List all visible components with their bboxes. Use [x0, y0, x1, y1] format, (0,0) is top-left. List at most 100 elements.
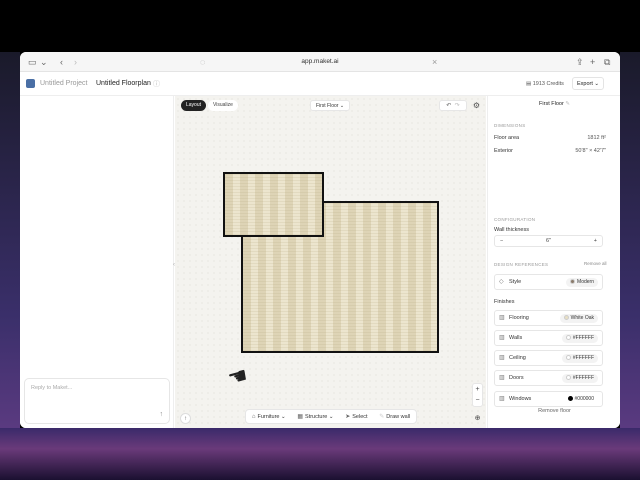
- send-icon[interactable]: ↑: [160, 411, 164, 418]
- tab-layout[interactable]: Layout: [181, 100, 207, 111]
- pen-icon: ✎: [379, 414, 385, 420]
- structure-label: Structure: [305, 414, 328, 420]
- configuration-heading: CONFIGURATION: [494, 217, 536, 222]
- screen-top-bar: [0, 0, 640, 52]
- export-button[interactable]: Export ⌄: [572, 77, 604, 90]
- remove-all-button[interactable]: Remove all: [584, 261, 607, 266]
- wall-thickness-value: 6": [545, 238, 551, 244]
- plus-icon[interactable]: +: [594, 236, 597, 247]
- windows-icon: ▥: [499, 396, 505, 402]
- finish-chip[interactable]: #FFFFFF: [561, 354, 598, 363]
- compass-icon[interactable]: ⊕: [472, 413, 483, 424]
- select-label: Select: [352, 414, 368, 420]
- zoom-in-icon[interactable]: +: [473, 384, 482, 395]
- credits-label: 1913 Credits: [532, 81, 564, 87]
- floor-area-row: Floor area 1812 ft²: [494, 135, 606, 141]
- chat-input[interactable]: Reply to Maket... ↑: [24, 378, 170, 424]
- project-name[interactable]: Untitled Project: [40, 78, 87, 90]
- info-icon[interactable]: ⓘ: [153, 79, 160, 89]
- finish-label: Doors: [509, 375, 524, 381]
- undo-icon[interactable]: ↶: [446, 103, 451, 109]
- undo-redo-group: ↶ ↷: [439, 100, 467, 111]
- properties-panel: First Floor ✎ DIMENSIONS Floor area 1812…: [487, 96, 620, 428]
- exterior-value: 50'8" × 42'7": [575, 148, 606, 154]
- color-swatch: [567, 395, 573, 401]
- wall-thickness-label: Wall thickness: [494, 227, 529, 233]
- desktop-wallpaper-left: [0, 52, 20, 428]
- flooring-icon: ▥: [499, 315, 505, 321]
- floor-select[interactable]: First Floor ⌄: [310, 100, 350, 111]
- finish-doors-card[interactable]: ▥ Doors #FFFFFF: [494, 370, 603, 386]
- remove-floor-button[interactable]: Remove floor: [488, 406, 620, 416]
- floor-area-label: Floor area: [494, 135, 520, 141]
- url-bar[interactable]: app.maket.ai: [190, 55, 450, 69]
- sidebar-toggle-icon[interactable]: ▭: [28, 56, 37, 68]
- export-label: Export: [576, 81, 593, 87]
- zoom-out-icon[interactable]: −: [473, 395, 482, 406]
- wall-thickness-row: Wall thickness: [494, 227, 606, 233]
- color-swatch: [563, 314, 569, 320]
- exterior-label: Exterior: [494, 148, 513, 154]
- finish-value: #FFFFFF: [572, 335, 594, 341]
- browser-toolbar: ▭ ⌄ ‹ › ◌ app.maket.ai × ⇪ + ⧉: [20, 52, 620, 72]
- structure-icon: ▦: [297, 414, 304, 420]
- finishes-heading: Finishes: [494, 299, 515, 305]
- hand-cursor-icon: ☚: [224, 361, 251, 392]
- ceiling-icon: ▥: [499, 355, 505, 361]
- maket-logo-icon[interactable]: [26, 79, 35, 88]
- style-chip[interactable]: Modern: [566, 278, 598, 287]
- redo-icon[interactable]: ↷: [455, 103, 460, 109]
- finish-value: #FFFFFF: [572, 355, 594, 361]
- zoom-controls: + −: [472, 383, 483, 407]
- view-toggle: Layout Visualize: [181, 100, 238, 111]
- chevron-down-icon[interactable]: ⌄: [40, 56, 48, 68]
- chevron-down-icon: ⌄: [328, 414, 334, 420]
- finish-windows-card[interactable]: ▥ Windows #000000: [494, 391, 603, 407]
- tabs-overview-icon[interactable]: ⧉: [604, 56, 610, 68]
- room-secondary[interactable]: [223, 172, 324, 237]
- finish-chip[interactable]: #000000: [564, 395, 598, 404]
- style-swatch: [570, 278, 576, 284]
- sofa-icon: ⌂: [251, 413, 256, 420]
- finish-flooring-card[interactable]: ▥ Flooring White Oak: [494, 310, 603, 326]
- app-header: Untitled Project Untitled Floorplan ⓘ ▤ …: [20, 72, 620, 96]
- style-value: Modern: [577, 279, 594, 285]
- chevron-down-icon: ⌄: [281, 413, 286, 420]
- furniture-button[interactable]: ⌂ Furniture ⌄: [252, 414, 286, 420]
- finish-value: #000000: [574, 396, 594, 402]
- color-swatch: [565, 374, 571, 380]
- select-button[interactable]: ➤ Select: [345, 413, 367, 420]
- finish-label: Flooring: [509, 315, 529, 321]
- chat-panel: Reply to Maket... ↑: [20, 96, 174, 428]
- finish-label: Ceiling: [509, 355, 526, 361]
- dimensions-heading: DIMENSIONS: [494, 123, 526, 128]
- canvas-toolbar: ⌂ Furniture ⌄ ▦ Structure ⌄ ➤ Select ✎ Draw …: [245, 409, 417, 424]
- gear-icon[interactable]: ⚙: [471, 100, 482, 111]
- credits-icon: ▤: [526, 81, 533, 87]
- panel-title-label: First Floor: [539, 101, 564, 107]
- floorplan-name[interactable]: Untitled Floorplan: [96, 78, 151, 90]
- draw-wall-button[interactable]: ✎ Draw wall: [379, 413, 410, 420]
- floorplan-canvas[interactable]: Layout Visualize First Floor ⌄ ↶ ↷ ⚙ ☚ +…: [175, 96, 486, 428]
- share-icon[interactable]: ⇪: [576, 56, 584, 68]
- finish-chip[interactable]: #FFFFFF: [561, 374, 598, 383]
- wall-thickness-stepper[interactable]: − 6" +: [494, 235, 603, 247]
- arrow-up-icon[interactable]: ↑: [180, 413, 191, 424]
- tab-visualize[interactable]: Visualize: [208, 100, 238, 111]
- doors-icon: ▥: [499, 375, 505, 381]
- close-tab-icon[interactable]: ×: [432, 56, 437, 68]
- floor-select-label: First Floor: [315, 103, 339, 109]
- finish-walls-card[interactable]: ▥ Walls #FFFFFF: [494, 330, 603, 346]
- edit-icon[interactable]: ✎: [565, 101, 570, 107]
- finish-ceiling-card[interactable]: ▥ Ceiling #FFFFFF: [494, 350, 603, 366]
- structure-button[interactable]: ▦ Structure ⌄: [297, 413, 333, 420]
- style-card[interactable]: ◇ Style Modern: [494, 274, 603, 290]
- finish-chip[interactable]: #FFFFFF: [561, 334, 598, 343]
- forward-icon[interactable]: ›: [74, 56, 77, 68]
- finish-label: Walls: [509, 335, 523, 341]
- back-icon[interactable]: ‹: [60, 56, 63, 68]
- chevron-down-icon: ⌄: [594, 81, 600, 87]
- new-tab-icon[interactable]: +: [590, 56, 595, 68]
- finish-chip[interactable]: White Oak: [559, 314, 598, 323]
- chevron-down-icon: ⌄: [339, 103, 345, 109]
